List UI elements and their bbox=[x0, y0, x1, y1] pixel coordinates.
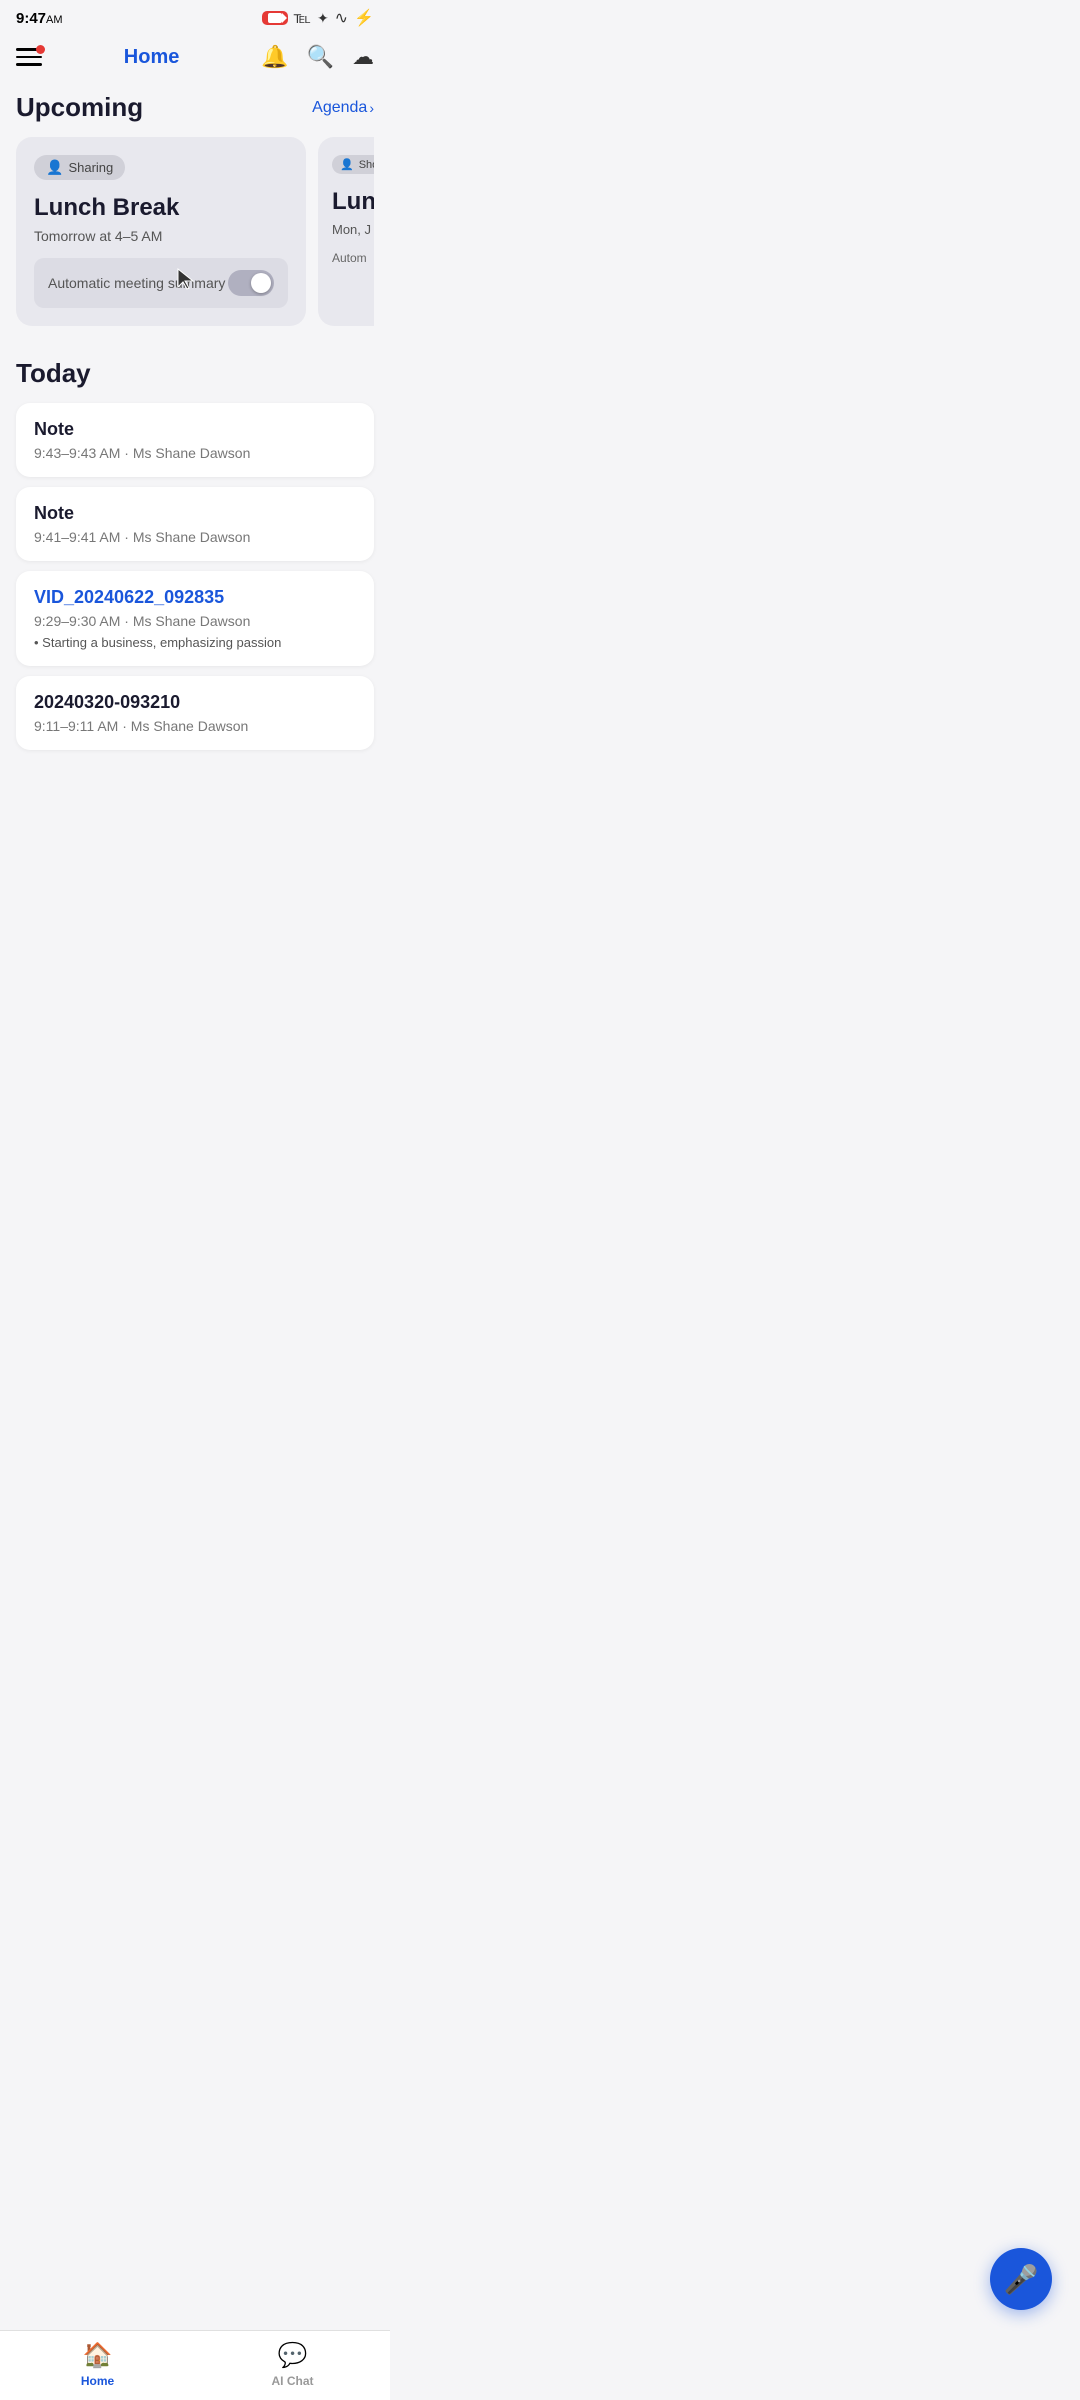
upcoming-card-partial[interactable]: 👤 Sho Lunc Mon, J Autom bbox=[318, 137, 374, 326]
partial-auto-label: Autom bbox=[332, 251, 374, 265]
item-3-title: 20240320-093210 bbox=[34, 692, 356, 713]
today-item-3[interactable]: 20240320-093210 9:11–9:11 AM · Ms Shane … bbox=[16, 676, 374, 750]
item-2-bullet: • Starting a business, emphasizing passi… bbox=[34, 635, 356, 650]
status-icons: ℡ ✦ ∿ ⚡ bbox=[262, 8, 374, 28]
ai-chat-label: AI Chat bbox=[272, 2374, 314, 2388]
card-main-title: Lunch Break bbox=[34, 194, 288, 222]
today-title: Today bbox=[16, 358, 374, 389]
recording-indicator bbox=[262, 11, 288, 25]
item-1-subtitle: 9:41–9:41 AM · Ms Shane Dawson bbox=[34, 529, 356, 545]
sharing-icon: 👤 bbox=[46, 159, 63, 176]
battery-icon: ⚡ bbox=[354, 8, 374, 28]
status-time: 9:47AM bbox=[16, 10, 63, 27]
today-item-2[interactable]: VID_20240622_092835 9:29–9:30 AM · Ms Sh… bbox=[16, 571, 374, 666]
search-icon[interactable]: 🔍 bbox=[307, 44, 334, 70]
item-3-subtitle: 9:11–9:11 AM · Ms Shane Dawson bbox=[34, 718, 356, 734]
wifi-icon: ∿ bbox=[335, 8, 348, 28]
sharing-icon-partial: 👤 bbox=[340, 158, 354, 171]
today-item-1[interactable]: Note 9:41–9:41 AM · Ms Shane Dawson bbox=[16, 487, 374, 561]
home-label: Home bbox=[81, 2374, 114, 2388]
top-nav: Home 🔔 🔍 ☁ bbox=[0, 32, 390, 82]
item-1-title: Note bbox=[34, 503, 356, 524]
upcoming-scroll[interactable]: 👤 Sharing Lunch Break Tomorrow at 4–5 AM… bbox=[16, 137, 374, 330]
fab-record-button[interactable]: 🎤 bbox=[990, 2248, 1052, 2310]
menu-button[interactable] bbox=[16, 48, 42, 66]
sharing-badge: 👤 Sharing bbox=[34, 155, 125, 180]
nav-title: Home bbox=[124, 46, 180, 69]
upload-icon[interactable]: ☁ bbox=[352, 44, 374, 70]
status-bar: 9:47AM ℡ ✦ ∿ ⚡ bbox=[0, 0, 390, 32]
bottom-nav-home[interactable]: 🏠 Home bbox=[0, 2341, 195, 2388]
item-0-title: Note bbox=[34, 419, 356, 440]
main-content: Upcoming Agenda › 👤 Sharing Lunch Break … bbox=[0, 82, 390, 860]
item-0-subtitle: 9:43–9:43 AM · Ms Shane Dawson bbox=[34, 445, 356, 461]
partial-card-title: Lunc bbox=[332, 188, 374, 216]
today-item-0[interactable]: Note 9:43–9:43 AM · Ms Shane Dawson bbox=[16, 403, 374, 477]
upcoming-header: Upcoming Agenda › bbox=[16, 92, 374, 123]
toggle-knob bbox=[251, 273, 271, 293]
card-main-time: Tomorrow at 4–5 AM bbox=[34, 228, 288, 244]
chevron-right-icon: › bbox=[369, 100, 374, 116]
bell-icon[interactable]: 🔔 bbox=[261, 44, 288, 70]
bottom-nav-ai-chat[interactable]: 💬 AI Chat bbox=[195, 2341, 390, 2388]
notification-dot bbox=[36, 45, 45, 54]
bottom-nav: 🏠 Home 💬 AI Chat bbox=[0, 2330, 390, 2400]
ai-chat-icon: 💬 bbox=[278, 2341, 308, 2370]
meeting-summary-label: Automatic meeting summary bbox=[48, 275, 225, 291]
meeting-summary-row: Automatic meeting summary bbox=[34, 258, 288, 308]
partial-card-time: Mon, J bbox=[332, 222, 374, 237]
sharing-badge-partial: 👤 Sho bbox=[332, 155, 374, 174]
nav-icons: 🔔 🔍 ☁ bbox=[261, 44, 374, 70]
microphone-icon: 🎤 bbox=[1004, 2263, 1039, 2296]
meeting-summary-toggle[interactable] bbox=[228, 270, 274, 296]
agenda-link[interactable]: Agenda › bbox=[312, 99, 374, 117]
signal-icon: ✦ bbox=[317, 10, 329, 27]
today-section: Today Note 9:43–9:43 AM · Ms Shane Dawso… bbox=[16, 358, 374, 750]
item-2-title: VID_20240622_092835 bbox=[34, 587, 356, 608]
item-2-subtitle: 9:29–9:30 AM · Ms Shane Dawson bbox=[34, 613, 356, 629]
camera-icon bbox=[268, 13, 282, 23]
upcoming-card-main[interactable]: 👤 Sharing Lunch Break Tomorrow at 4–5 AM… bbox=[16, 137, 306, 326]
upcoming-title: Upcoming bbox=[16, 92, 143, 123]
bluetooth-icon: ℡ bbox=[294, 8, 311, 28]
home-icon: 🏠 bbox=[83, 2341, 113, 2370]
